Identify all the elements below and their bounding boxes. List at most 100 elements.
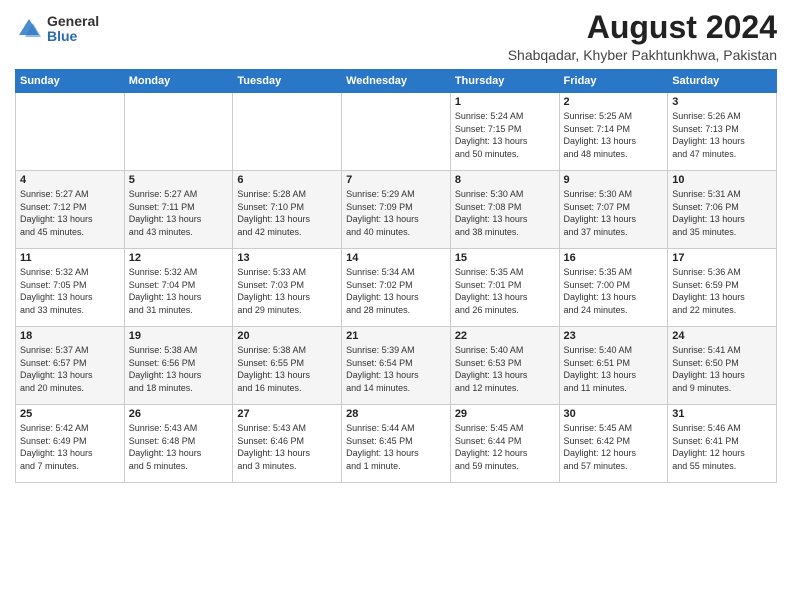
day-number: 20 bbox=[237, 330, 337, 342]
header-wednesday: Wednesday bbox=[342, 70, 451, 93]
day-info: Sunrise: 5:40 AM Sunset: 6:51 PM Dayligh… bbox=[564, 344, 664, 394]
day-number: 4 bbox=[20, 174, 120, 186]
calendar-cell: 7 Sunrise: 5:29 AM Sunset: 7:09 PM Daylig… bbox=[342, 171, 451, 249]
day-info: Sunrise: 5:26 AM Sunset: 7:13 PM Dayligh… bbox=[672, 110, 772, 160]
day-number: 7 bbox=[346, 174, 446, 186]
day-info: Sunrise: 5:43 AM Sunset: 6:48 PM Dayligh… bbox=[129, 422, 229, 472]
day-number: 5 bbox=[129, 174, 229, 186]
calendar-cell: 8 Sunrise: 5:30 AM Sunset: 7:08 PM Daylig… bbox=[450, 171, 559, 249]
calendar-cell: 16 Sunrise: 5:35 AM Sunset: 7:00 PM Dayli… bbox=[559, 249, 668, 327]
calendar-cell: 5 Sunrise: 5:27 AM Sunset: 7:11 PM Daylig… bbox=[124, 171, 233, 249]
day-info: Sunrise: 5:43 AM Sunset: 6:46 PM Dayligh… bbox=[237, 422, 337, 472]
calendar-cell: 12Sunrise: 5:32 AM Sunset: 7:04 PM Dayli… bbox=[124, 249, 233, 327]
logo-blue: Blue bbox=[47, 29, 99, 44]
calendar-cell: 24 Sunrise: 5:41 AM Sunset: 6:50 PM Dayli… bbox=[668, 327, 777, 405]
calendar-week-row: 18Sunrise: 5:37 AM Sunset: 6:57 PM Dayli… bbox=[16, 327, 777, 405]
day-info: Sunrise: 5:24 AM Sunset: 7:15 PM Dayligh… bbox=[455, 110, 555, 160]
header: General Blue August 2024 Shabqadar, Khyb… bbox=[15, 10, 777, 63]
calendar-week-row: 25Sunrise: 5:42 AM Sunset: 6:49 PM Dayli… bbox=[16, 405, 777, 483]
day-number: 24 bbox=[672, 330, 772, 342]
day-number: 15 bbox=[455, 252, 555, 264]
day-info: Sunrise: 5:45 AM Sunset: 6:42 PM Dayligh… bbox=[564, 422, 664, 472]
day-number: 12 bbox=[129, 252, 229, 264]
calendar-cell: 23 Sunrise: 5:40 AM Sunset: 6:51 PM Dayli… bbox=[559, 327, 668, 405]
day-info: Sunrise: 5:40 AM Sunset: 6:53 PM Dayligh… bbox=[455, 344, 555, 394]
calendar-cell: 21Sunrise: 5:39 AM Sunset: 6:54 PM Dayli… bbox=[342, 327, 451, 405]
calendar-cell: 4Sunrise: 5:27 AM Sunset: 7:12 PM Daylig… bbox=[16, 171, 125, 249]
day-number: 23 bbox=[564, 330, 664, 342]
day-info: Sunrise: 5:42 AM Sunset: 6:49 PM Dayligh… bbox=[20, 422, 120, 472]
header-thursday: Thursday bbox=[450, 70, 559, 93]
logo-icon bbox=[15, 15, 43, 43]
calendar-cell bbox=[233, 93, 342, 171]
day-number: 19 bbox=[129, 330, 229, 342]
day-info: Sunrise: 5:39 AM Sunset: 6:54 PM Dayligh… bbox=[346, 344, 446, 394]
day-info: Sunrise: 5:30 AM Sunset: 7:07 PM Dayligh… bbox=[564, 188, 664, 238]
calendar-week-row: 1Sunrise: 5:24 AM Sunset: 7:15 PM Daylig… bbox=[16, 93, 777, 171]
calendar-cell: 30 Sunrise: 5:45 AM Sunset: 6:42 PM Dayli… bbox=[559, 405, 668, 483]
calendar-cell: 27 Sunrise: 5:43 AM Sunset: 6:46 PM Dayli… bbox=[233, 405, 342, 483]
month-year-title: August 2024 bbox=[508, 10, 777, 45]
day-info: Sunrise: 5:46 AM Sunset: 6:41 PM Dayligh… bbox=[672, 422, 772, 472]
day-number: 30 bbox=[564, 408, 664, 420]
logo-general: General bbox=[47, 14, 99, 29]
day-number: 6 bbox=[237, 174, 337, 186]
title-block: August 2024 Shabqadar, Khyber Pakhtunkhw… bbox=[508, 10, 777, 63]
day-number: 26 bbox=[129, 408, 229, 420]
day-info: Sunrise: 5:28 AM Sunset: 7:10 PM Dayligh… bbox=[237, 188, 337, 238]
calendar-cell: 22Sunrise: 5:40 AM Sunset: 6:53 PM Dayli… bbox=[450, 327, 559, 405]
calendar-cell: 25Sunrise: 5:42 AM Sunset: 6:49 PM Dayli… bbox=[16, 405, 125, 483]
calendar-header-row: Sunday Monday Tuesday Wednesday Thursday… bbox=[16, 70, 777, 93]
day-info: Sunrise: 5:33 AM Sunset: 7:03 PM Dayligh… bbox=[237, 266, 337, 316]
logo: General Blue bbox=[15, 14, 99, 45]
day-info: Sunrise: 5:25 AM Sunset: 7:14 PM Dayligh… bbox=[564, 110, 664, 160]
day-info: Sunrise: 5:41 AM Sunset: 6:50 PM Dayligh… bbox=[672, 344, 772, 394]
day-info: Sunrise: 5:35 AM Sunset: 7:00 PM Dayligh… bbox=[564, 266, 664, 316]
calendar-cell: 19 Sunrise: 5:38 AM Sunset: 6:56 PM Dayli… bbox=[124, 327, 233, 405]
day-number: 9 bbox=[564, 174, 664, 186]
day-number: 28 bbox=[346, 408, 446, 420]
day-number: 8 bbox=[455, 174, 555, 186]
header-friday: Friday bbox=[559, 70, 668, 93]
day-info: Sunrise: 5:44 AM Sunset: 6:45 PM Dayligh… bbox=[346, 422, 446, 472]
day-info: Sunrise: 5:36 AM Sunset: 6:59 PM Dayligh… bbox=[672, 266, 772, 316]
calendar-cell: 18Sunrise: 5:37 AM Sunset: 6:57 PM Dayli… bbox=[16, 327, 125, 405]
location-subtitle: Shabqadar, Khyber Pakhtunkhwa, Pakistan bbox=[508, 47, 777, 63]
day-info: Sunrise: 5:35 AM Sunset: 7:01 PM Dayligh… bbox=[455, 266, 555, 316]
header-saturday: Saturday bbox=[668, 70, 777, 93]
day-info: Sunrise: 5:37 AM Sunset: 6:57 PM Dayligh… bbox=[20, 344, 120, 394]
calendar-cell: 10 Sunrise: 5:31 AM Sunset: 7:06 PM Dayli… bbox=[668, 171, 777, 249]
calendar-cell: 26 Sunrise: 5:43 AM Sunset: 6:48 PM Dayli… bbox=[124, 405, 233, 483]
header-tuesday: Tuesday bbox=[233, 70, 342, 93]
calendar-cell: 15 Sunrise: 5:35 AM Sunset: 7:01 PM Dayli… bbox=[450, 249, 559, 327]
calendar-week-row: 4Sunrise: 5:27 AM Sunset: 7:12 PM Daylig… bbox=[16, 171, 777, 249]
logo-text: General Blue bbox=[47, 14, 99, 45]
calendar-page: General Blue August 2024 Shabqadar, Khyb… bbox=[0, 0, 792, 612]
calendar-cell: 13 Sunrise: 5:33 AM Sunset: 7:03 PM Dayli… bbox=[233, 249, 342, 327]
calendar-cell: 9 Sunrise: 5:30 AM Sunset: 7:07 PM Daylig… bbox=[559, 171, 668, 249]
day-number: 16 bbox=[564, 252, 664, 264]
day-number: 13 bbox=[237, 252, 337, 264]
day-info: Sunrise: 5:31 AM Sunset: 7:06 PM Dayligh… bbox=[672, 188, 772, 238]
day-info: Sunrise: 5:27 AM Sunset: 7:11 PM Dayligh… bbox=[129, 188, 229, 238]
calendar-cell: 28 Sunrise: 5:44 AM Sunset: 6:45 PM Dayli… bbox=[342, 405, 451, 483]
day-info: Sunrise: 5:45 AM Sunset: 6:44 PM Dayligh… bbox=[455, 422, 555, 472]
day-number: 17 bbox=[672, 252, 772, 264]
calendar-table: Sunday Monday Tuesday Wednesday Thursday… bbox=[15, 69, 777, 483]
calendar-cell: 20 Sunrise: 5:38 AM Sunset: 6:55 PM Dayli… bbox=[233, 327, 342, 405]
day-number: 14 bbox=[346, 252, 446, 264]
day-info: Sunrise: 5:38 AM Sunset: 6:55 PM Dayligh… bbox=[237, 344, 337, 394]
day-info: Sunrise: 5:29 AM Sunset: 7:09 PM Dayligh… bbox=[346, 188, 446, 238]
calendar-cell: 31 Sunrise: 5:46 AM Sunset: 6:41 PM Dayli… bbox=[668, 405, 777, 483]
day-info: Sunrise: 5:38 AM Sunset: 6:56 PM Dayligh… bbox=[129, 344, 229, 394]
calendar-cell: 3 Sunrise: 5:26 AM Sunset: 7:13 PM Daylig… bbox=[668, 93, 777, 171]
day-number: 10 bbox=[672, 174, 772, 186]
day-number: 3 bbox=[672, 96, 772, 108]
day-number: 2 bbox=[564, 96, 664, 108]
day-number: 31 bbox=[672, 408, 772, 420]
day-info: Sunrise: 5:30 AM Sunset: 7:08 PM Dayligh… bbox=[455, 188, 555, 238]
header-monday: Monday bbox=[124, 70, 233, 93]
calendar-cell bbox=[342, 93, 451, 171]
day-number: 27 bbox=[237, 408, 337, 420]
calendar-cell bbox=[124, 93, 233, 171]
